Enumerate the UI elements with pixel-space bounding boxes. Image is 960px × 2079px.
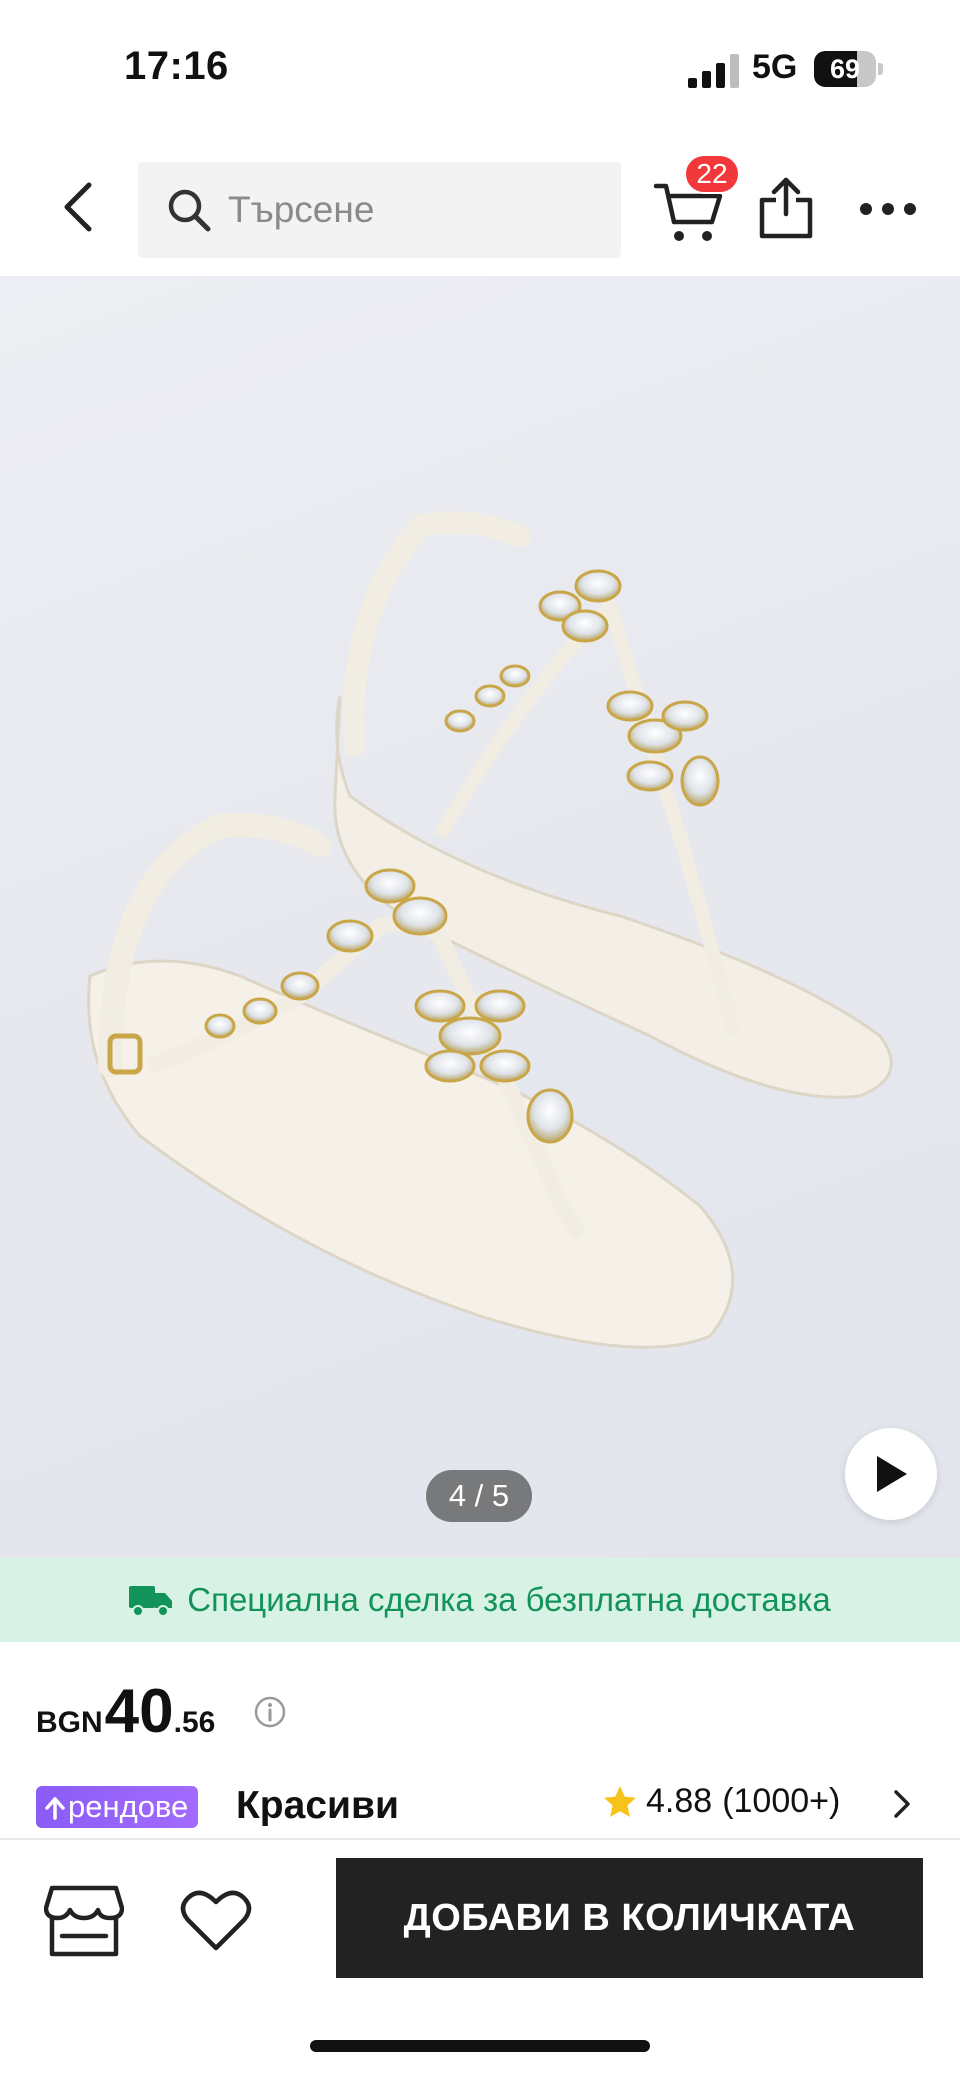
more-icon[interactable] (858, 192, 918, 226)
back-icon (64, 182, 92, 232)
battery-level: 69 (829, 53, 861, 84)
signal-icon (688, 54, 739, 88)
product-gallery[interactable]: 4 / 5 (0, 276, 960, 1558)
trend-arrow-icon (45, 1797, 65, 1820)
price-integer: 40 (104, 1677, 174, 1746)
star-icon (604, 1785, 636, 1817)
store-icon[interactable] (44, 1884, 124, 1958)
search-icon (168, 189, 211, 232)
video-play-button[interactable] (845, 1428, 937, 1520)
home-indicator[interactable] (310, 2040, 650, 2052)
share-icon[interactable] (756, 174, 816, 240)
price: BGN 40 .56 (36, 1676, 215, 1747)
back-button[interactable] (48, 176, 110, 238)
rating-value: 4.88 (646, 1782, 713, 1820)
network-label: 5G (752, 48, 798, 86)
rating[interactable]: 4.88 (1000+) (602, 1782, 840, 1821)
status-time: 17:16 (124, 44, 229, 88)
search-input[interactable]: Търсене (138, 162, 621, 258)
divider (0, 1838, 960, 1840)
info-icon[interactable] (254, 1696, 286, 1728)
add-to-cart-button[interactable]: ДОБАВИ В КОЛИЧКАТА (336, 1858, 923, 1978)
battery-icon: 69 (814, 51, 876, 87)
promo-text: Специална сделка за безплатна доставка (187, 1581, 831, 1618)
price-decimal: .56 (173, 1706, 216, 1739)
price-currency: BGN (36, 1706, 103, 1739)
chevron-right-icon[interactable] (890, 1788, 914, 1820)
product-image (87, 511, 893, 1349)
cart-count-badge: 22 (684, 154, 740, 194)
trends-badge[interactable]: рендове (36, 1786, 199, 1828)
product-title: Красиви (236, 1784, 399, 1827)
trends-badge-label: рендове (68, 1789, 189, 1824)
review-count: (1000+) (722, 1782, 841, 1820)
battery-cap (878, 63, 883, 75)
heart-icon[interactable] (180, 1888, 252, 1952)
play-icon (877, 1456, 907, 1492)
free-shipping-banner[interactable]: Специална сделка за безплатна доставка (0, 1558, 960, 1642)
truck-icon (129, 1586, 173, 1617)
search-placeholder: Търсене (228, 189, 375, 230)
gallery-page-indicator: 4 / 5 (426, 1470, 532, 1522)
